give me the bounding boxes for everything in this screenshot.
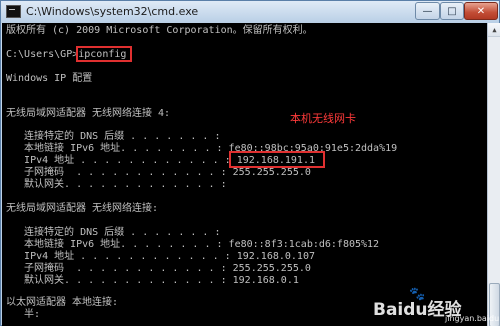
console-line-adapter-gateway: 默认网关. . . . . . . . . . . . . : 192.168.… xyxy=(6,275,299,286)
console-line-adapter-4-header: 无线局域网适配器 无线网络连接 4: xyxy=(6,108,171,119)
ipv4-highlight-box xyxy=(229,151,325,168)
cmd-icon xyxy=(6,5,21,18)
console-line-ethernet-partial: 半: xyxy=(6,309,41,320)
console-line-adapter-header: 无线局域网适配器 无线网络连接: xyxy=(6,203,159,214)
maximize-button[interactable]: □ xyxy=(440,2,464,20)
console-line-ethernet-header: 以太网适配器 本地连接: xyxy=(6,297,119,308)
console-output[interactable]: 版权所有 (c) 2009 Microsoft Corporation。保留所有… xyxy=(2,23,487,326)
scroll-up-icon[interactable]: ▲ xyxy=(488,23,500,37)
console-line-adapter-4-dns: 连接特定的 DNS 后缀 . . . . . . . : xyxy=(6,131,221,142)
title-bar[interactable]: C:\Windows\system32\cmd.exe — □ ✕ xyxy=(1,1,499,23)
console-line-adapter-dns: 连接特定的 DNS 后缀 . . . . . . . : xyxy=(6,227,221,238)
annotation-label: 本机无线网卡 xyxy=(290,112,356,125)
console-line-adapter-4-mask: 子网掩码 . . . . . . . . . . . . : 255.255.2… xyxy=(6,167,311,178)
console-line-copyright: 版权所有 (c) 2009 Microsoft Corporation。保留所有… xyxy=(6,25,313,36)
console-line-adapter-mask: 子网掩码 . . . . . . . . . . . . : 255.255.2… xyxy=(6,263,311,274)
console-line-ip-config-header: Windows IP 配置 xyxy=(6,73,93,84)
console-line-adapter-4-ipv6: 本地链接 IPv6 地址. . . . . . . . : fe80::98bc… xyxy=(6,143,398,154)
console-line-adapter-4-gateway: 默认网关. . . . . . . . . . . . . : xyxy=(6,179,227,190)
minimize-button[interactable]: — xyxy=(415,2,440,20)
console-line-adapter-ipv4: IPv4 地址 . . . . . . . . . . . . : 192.16… xyxy=(6,251,315,262)
console-line-adapter-ipv6: 本地链接 IPv6 地址. . . . . . . . : fe80::8f3:… xyxy=(6,239,380,250)
ipconfig-highlight-box xyxy=(76,46,132,62)
cmd-window: C:\Windows\system32\cmd.exe — □ ✕ 版权所有 (… xyxy=(0,0,500,326)
watermark-url: jingyan.baidu.com xyxy=(445,314,500,323)
close-button[interactable]: ✕ xyxy=(464,2,498,20)
window-title: C:\Windows\system32\cmd.exe xyxy=(26,5,199,18)
vertical-scrollbar[interactable]: ▲ xyxy=(487,23,500,326)
baidu-watermark: 🐾 Baidu经验 jingyan.baidu.com xyxy=(373,287,500,323)
